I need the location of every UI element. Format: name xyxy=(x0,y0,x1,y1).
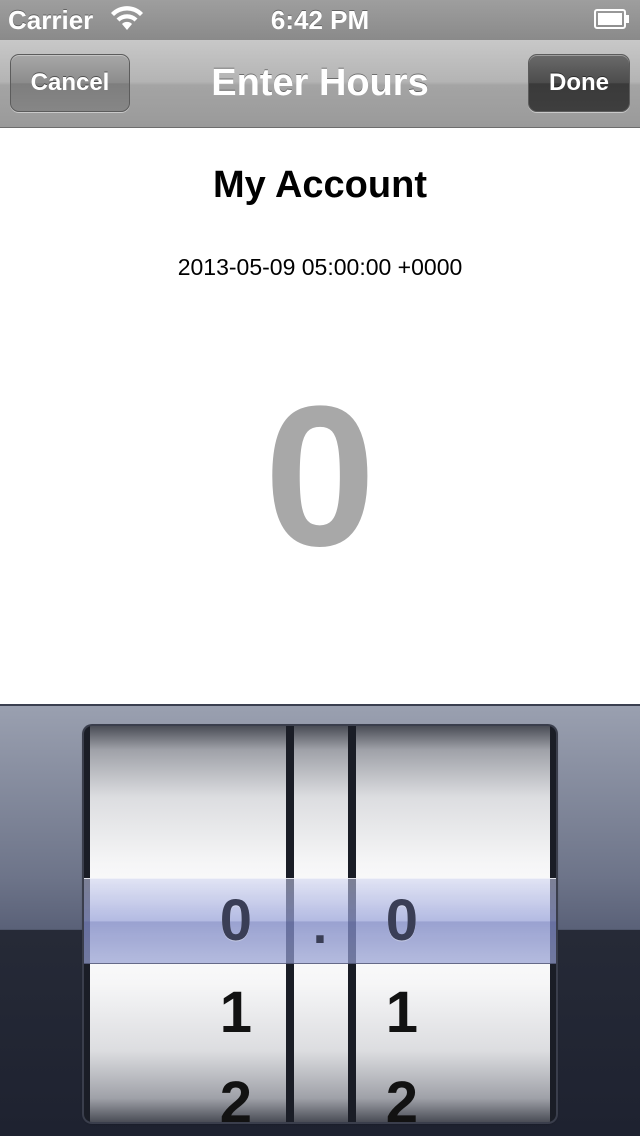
hours-value-display: 0 xyxy=(264,365,376,588)
status-bar: Carrier 6:42 PM xyxy=(0,0,640,40)
picker-decimal-separator: . xyxy=(312,897,328,955)
picker-wheel-whole-hours[interactable] xyxy=(90,726,286,1122)
picker-left-selected[interactable]: 0 xyxy=(212,892,252,950)
hours-picker[interactable]: 0 1 2 . 0 1 2 xyxy=(0,704,640,1136)
picker-right-selected[interactable]: 0 xyxy=(378,892,418,950)
picker-left-row[interactable]: 1 xyxy=(212,984,252,1042)
cancel-button[interactable]: Cancel xyxy=(10,54,130,112)
account-title: My Account xyxy=(213,164,427,206)
battery-icon xyxy=(594,9,629,29)
status-time: 6:42 PM xyxy=(270,5,370,35)
picker-right-row[interactable]: 2 xyxy=(378,1074,418,1132)
navigation-bar: Cancel Enter Hours Done xyxy=(0,40,640,128)
done-button[interactable]: Done xyxy=(528,54,630,112)
picker-right-row[interactable]: 1 xyxy=(378,984,418,1042)
page-title: Enter Hours xyxy=(211,62,429,104)
date-label: 2013-05-09 05:00:00 +0000 xyxy=(177,254,463,280)
picker-left-row[interactable]: 2 xyxy=(212,1074,252,1132)
